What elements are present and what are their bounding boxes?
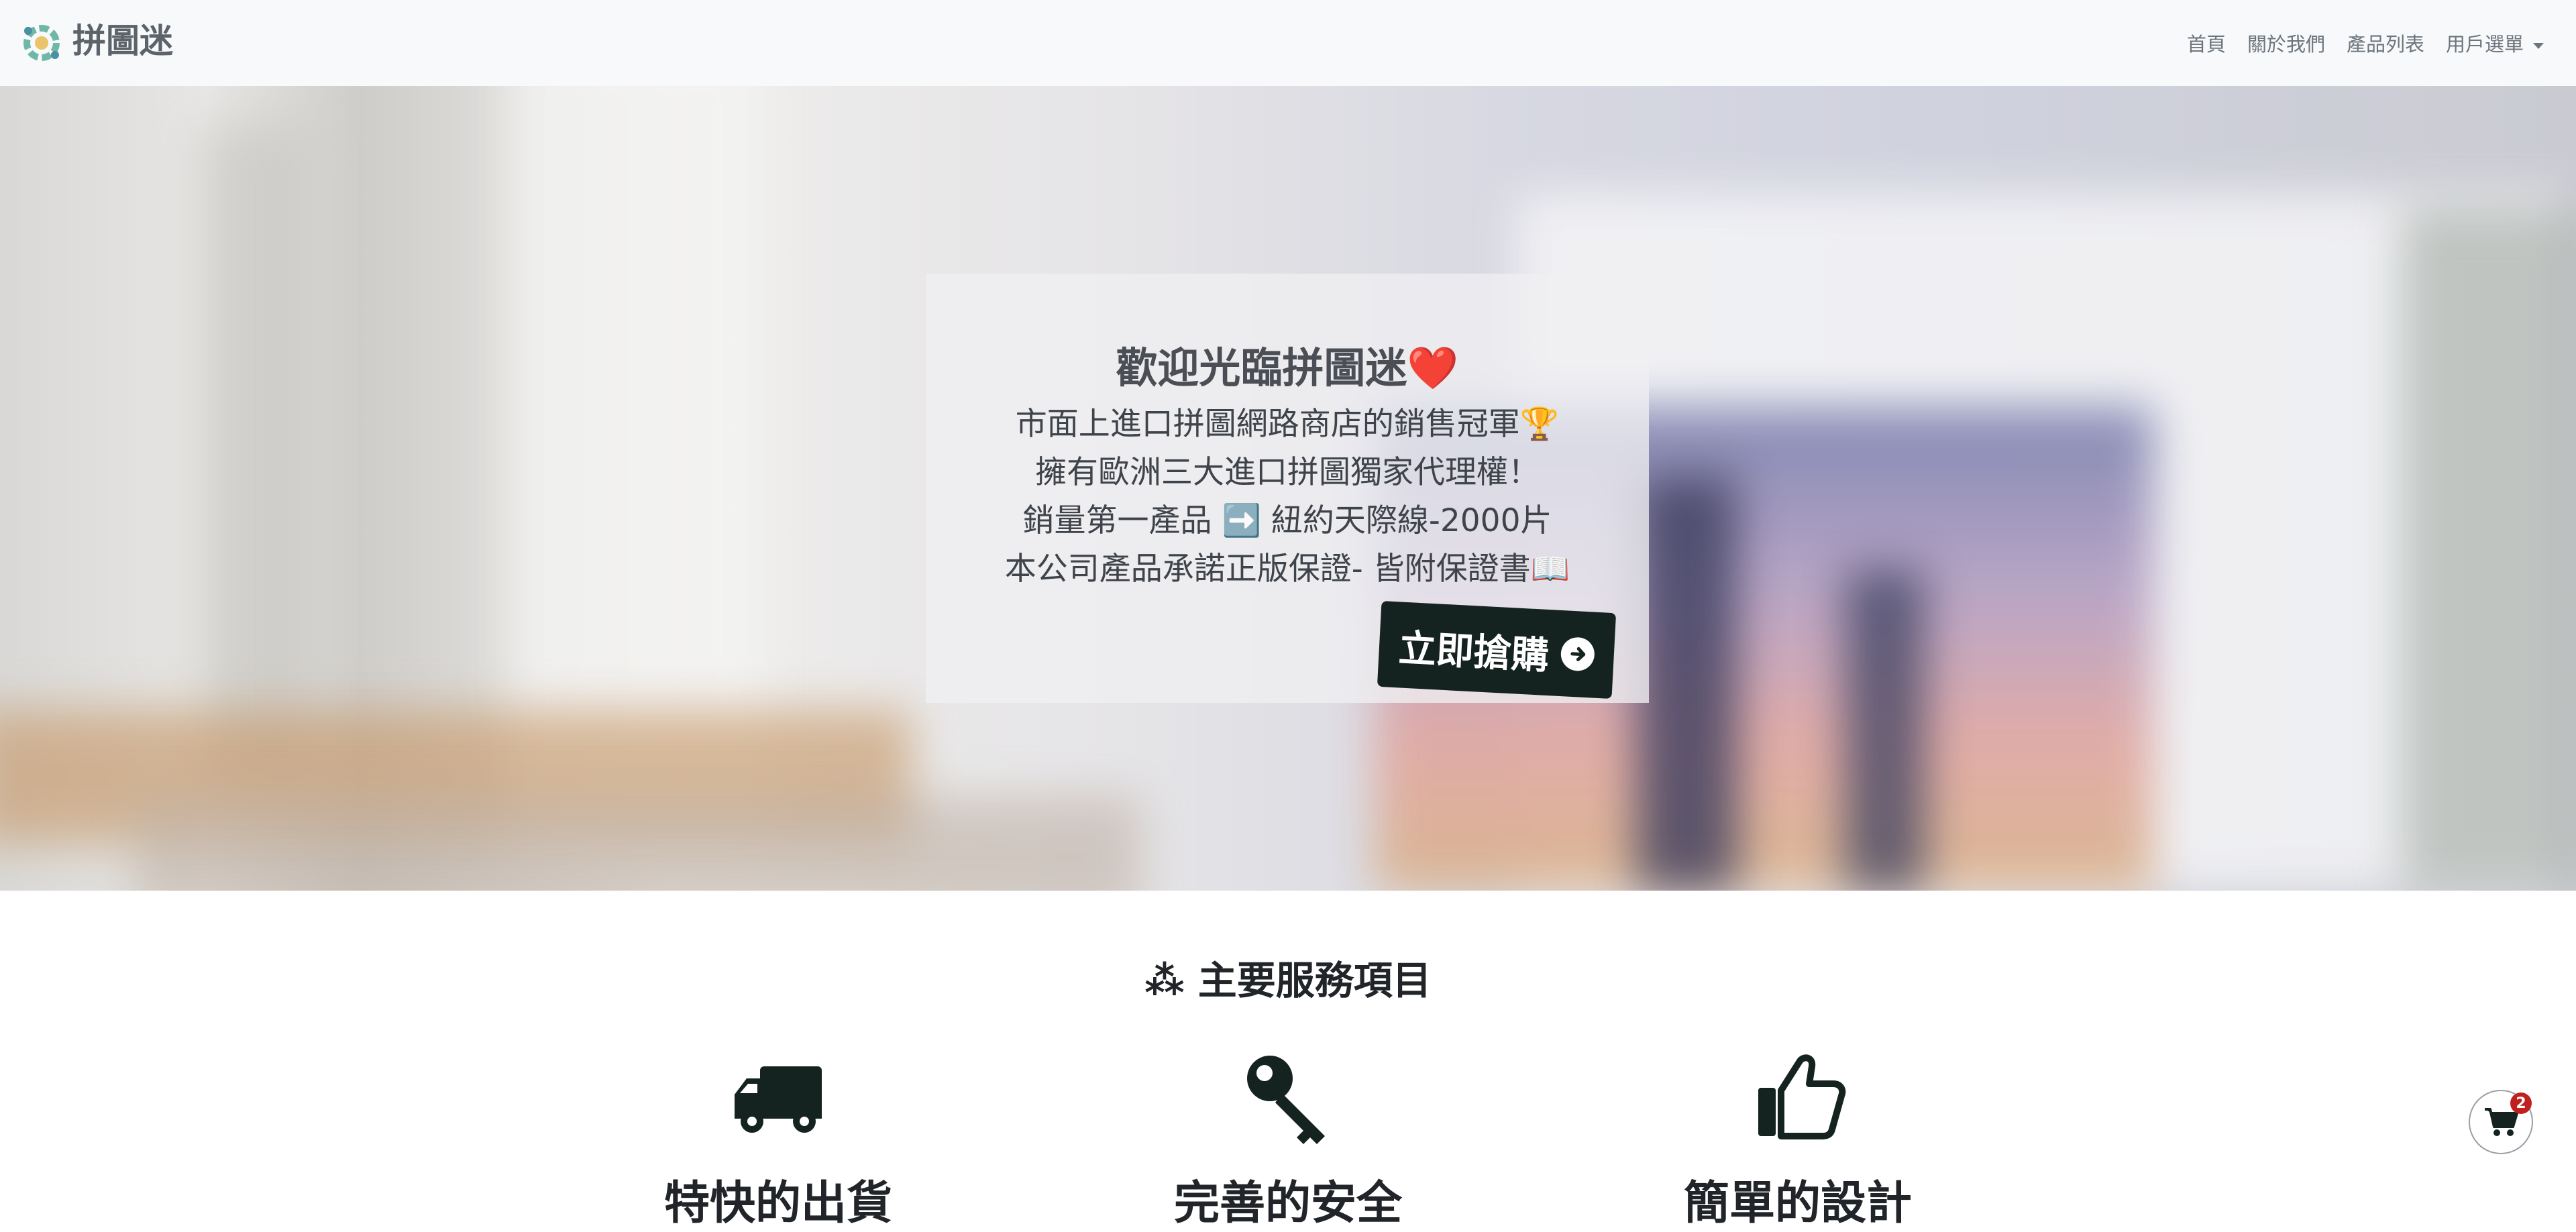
thumbs-up-icon <box>1758 1054 1846 1139</box>
service-title-design: 簡單的設計 <box>1683 1177 1912 1230</box>
buy-now-button[interactable]: 立即搶購 <box>1377 600 1617 699</box>
background-shape <box>1845 569 1925 891</box>
background-shape <box>2402 207 2576 891</box>
arrow-right-circle-icon <box>1560 636 1596 672</box>
services-heading: ⁂ 主要服務項目 <box>1144 958 1432 1003</box>
service-item-shipping: 特快的出貨 <box>610 1046 946 1232</box>
chevron-down-icon <box>2533 42 2544 49</box>
cart-count-badge: 2 <box>2510 1093 2532 1114</box>
brand-name[interactable]: 拼圖迷 <box>72 17 173 64</box>
shopping-cart-icon <box>2485 1108 2518 1136</box>
service-title-shipping: 特快的出貨 <box>663 1177 892 1230</box>
hero-welcome-card: 歡迎光臨拼圖迷❤️ 市面上進口拼圖網路商店的銷售冠軍🏆 擁有歐洲三大進口拼圖獨家… <box>926 274 1649 703</box>
key-icon <box>1247 1056 1325 1144</box>
nav-user-menu-dropdown[interactable]: 用戶選單 <box>2446 29 2544 57</box>
hero-title: 歡迎光臨拼圖迷❤️ <box>1116 343 1459 392</box>
service-title-security: 完善的安全 <box>1173 1177 1402 1230</box>
hero-line-1: 市面上進口拼圖網路商店的銷售冠軍🏆 <box>1015 406 1560 443</box>
hero-line-4: 本公司產品承諾正版保證- 皆附保證書📖 <box>1004 551 1570 587</box>
background-shape <box>201 126 309 797</box>
cart-button[interactable]: 2 <box>2469 1090 2533 1154</box>
buy-now-label: 立即搶購 <box>1397 626 1550 678</box>
background-shape <box>1637 475 1737 891</box>
navbar: 拼圖迷 首頁 關於我們 產品列表 用戶選單 <box>0 0 2576 86</box>
hero-line-3: 銷量第一產品 ➡️ 紐約天際線-2000片 <box>1022 502 1552 539</box>
hero-line-2: 擁有歐洲三大進口拼圖獨家代理權！ <box>1035 454 1540 491</box>
user-menu-label: 用戶選單 <box>2445 33 2524 56</box>
truck-icon <box>735 1066 822 1133</box>
nav-links: 首頁 關於我們 產品列表 用戶選單 <box>2187 0 2544 86</box>
puzzle-logo-icon[interactable] <box>19 20 64 66</box>
service-item-design: 簡單的設計 <box>1630 1046 1966 1232</box>
nav-home[interactable]: 首頁 <box>2187 29 2226 57</box>
service-item-security: 完善的安全 <box>1120 1046 1456 1232</box>
nav-products[interactable]: 產品列表 <box>2347 29 2424 57</box>
background-shape <box>134 797 1140 891</box>
hero-banner: 歡迎光臨拼圖迷❤️ 市面上進口拼圖網路商店的銷售冠軍🏆 擁有歐洲三大進口拼圖獨家… <box>0 86 2576 891</box>
nav-about[interactable]: 關於我們 <box>2247 29 2325 57</box>
